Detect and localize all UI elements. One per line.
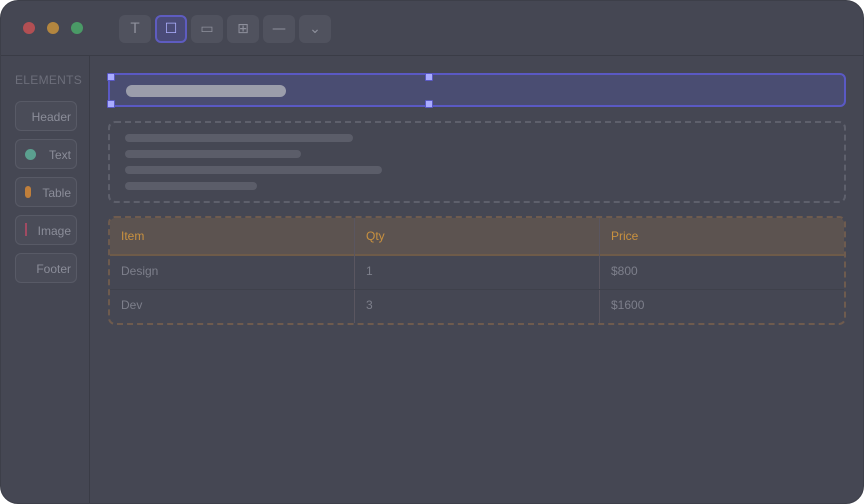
text-line-placeholder — [125, 134, 353, 142]
sidebar-item-label: Table — [42, 186, 71, 200]
text-line-placeholder — [125, 182, 257, 190]
sidebar-item-label: Text — [48, 148, 71, 162]
sidebar-item-header[interactable]: Header — [15, 101, 77, 131]
table-block[interactable]: Item Qty Price Design 1 $800 Dev 3 $1600 — [108, 216, 846, 325]
resize-handle-bottom-middle[interactable] — [425, 100, 433, 108]
column-divider — [599, 218, 600, 323]
text-line-placeholder — [125, 166, 382, 174]
sidebar-item-footer[interactable]: Footer — [15, 253, 77, 283]
box-tool-button[interactable]: ☐ — [155, 15, 187, 43]
resize-handle-bottom-left[interactable] — [107, 100, 115, 108]
app-window: T ☐ ▭ ⊞ — ⌄ ELEMENTS Header Text Table I… — [0, 0, 864, 504]
table-cell: 1 — [366, 264, 373, 278]
row-divider — [110, 289, 844, 290]
text-block[interactable] — [108, 121, 846, 203]
divider-tool-icon: — — [272, 21, 286, 37]
resize-handle-top-left[interactable] — [107, 73, 115, 81]
box-tool-icon: ☐ — [164, 21, 178, 37]
grid-tool-button[interactable]: ⊞ — [227, 15, 259, 43]
text-line-placeholder — [125, 150, 301, 158]
sidebar-title: ELEMENTS — [15, 73, 83, 87]
chevron-down-icon: ⌄ — [309, 21, 321, 37]
table-cell: Dev — [121, 298, 143, 312]
sidebar-item-label: Image — [37, 224, 71, 238]
column-header-price: Price — [611, 229, 639, 243]
sidebar-item-image[interactable]: Image — [15, 215, 77, 245]
column-divider — [354, 218, 355, 323]
maximize-window-button[interactable] — [71, 22, 83, 34]
table-cell: Design — [121, 264, 159, 278]
column-header-item: Item — [121, 229, 145, 243]
elements-sidebar: ELEMENTS Header Text Table Image Footer — [1, 56, 90, 503]
minimize-window-button[interactable] — [47, 22, 59, 34]
table-element-icon — [25, 186, 31, 198]
header-block-selected[interactable] — [108, 73, 846, 107]
more-tools-button[interactable]: ⌄ — [299, 15, 331, 43]
table-cell: 3 — [366, 298, 373, 312]
resize-handle-top-middle[interactable] — [425, 73, 433, 81]
text-element-icon — [25, 149, 36, 160]
table-cell: $1600 — [611, 298, 645, 312]
table-cell: $800 — [611, 264, 638, 278]
column-header-qty: Qty — [366, 229, 385, 243]
button-tool-button[interactable]: ▭ — [191, 15, 223, 43]
divider-tool-button[interactable]: — — [263, 15, 295, 43]
title-bar: T ☐ ▭ ⊞ — ⌄ — [1, 1, 863, 56]
close-window-button[interactable] — [23, 22, 35, 34]
sidebar-item-label: Header — [31, 110, 71, 124]
image-element-icon — [25, 223, 27, 236]
text-tool-icon: T — [130, 21, 140, 37]
sidebar-item-label: Footer — [36, 262, 71, 276]
grid-tool-icon: ⊞ — [237, 21, 249, 37]
button-tool-icon: ▭ — [200, 21, 214, 37]
table-header-row — [110, 218, 844, 256]
text-tool-button[interactable]: T — [119, 15, 151, 43]
sidebar-item-text[interactable]: Text — [15, 139, 77, 169]
header-text-placeholder — [126, 85, 286, 97]
sidebar-item-table[interactable]: Table — [15, 177, 77, 207]
